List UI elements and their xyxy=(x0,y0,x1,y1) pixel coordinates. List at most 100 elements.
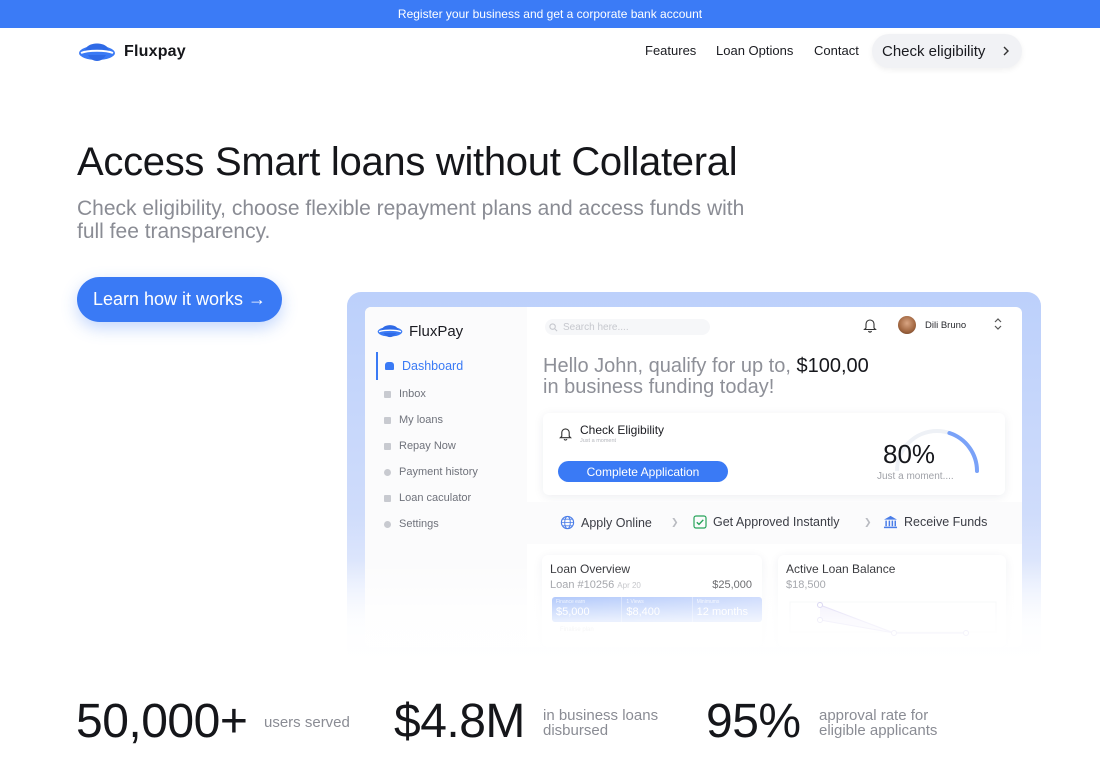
balance-point xyxy=(817,602,823,608)
chevron-right-icon: ❯ xyxy=(864,517,872,527)
loan-summary-cell: Minimums 12 months xyxy=(693,597,762,622)
banner-text[interactable]: Register your business and get a corpora… xyxy=(398,7,702,21)
dashboard-sidebar: FluxPay Dashboard Inbox My loans Repay N… xyxy=(365,307,527,647)
check-eligibility-label: Check eligibility xyxy=(882,42,986,60)
sidebar-item-repay-now[interactable]: Repay Now xyxy=(384,440,456,452)
loan-overview-card: Loan Overview Loan #10256 Apr 20 $25,000… xyxy=(542,555,762,647)
loan-cell-value: $8,400 xyxy=(626,606,660,618)
dashboard-preview: FluxPay Dashboard Inbox My loans Repay N… xyxy=(365,307,1022,647)
inbox-icon xyxy=(384,390,391,398)
globe-icon xyxy=(560,515,575,530)
document-icon xyxy=(384,442,391,450)
nav-link-loan-options[interactable]: Loan Options xyxy=(716,43,793,58)
sidebar-item-my-loans[interactable]: My loans xyxy=(384,414,443,426)
bell-icon xyxy=(559,428,572,441)
process-steps: Apply Online ❯ Get Approved Instantly ❯ … xyxy=(527,502,1022,544)
step-label: Apply Online xyxy=(581,515,652,530)
fluxpay-logo-icon xyxy=(79,43,115,61)
calculator-icon xyxy=(384,494,391,502)
greeting-headline: Hello John, qualify for up to, $100,00 i… xyxy=(543,356,943,398)
greeting-amount: $100,00 xyxy=(796,355,869,377)
loan-summary-cell: Finance earn $5,000 xyxy=(552,597,623,622)
complete-application-button[interactable]: Complete Application xyxy=(558,461,728,482)
chevron-right-icon xyxy=(1003,46,1009,56)
complete-application-label: Complete Application xyxy=(586,464,700,479)
active-indicator xyxy=(376,352,378,380)
loan-cell-label: Minimums xyxy=(696,599,720,605)
loan-cell-label: Finance earn xyxy=(556,599,586,605)
sidebar-item-label: Loan caculator xyxy=(399,492,472,504)
sidebar-item-dashboard[interactable]: Dashboard xyxy=(385,359,463,373)
sidebar-item-settings[interactable]: Settings xyxy=(384,518,439,530)
user-avatar[interactable] xyxy=(898,316,916,334)
active-loan-balance-card: Active Loan Balance $18,500 xyxy=(778,555,1006,647)
step-label: Receive Funds xyxy=(904,515,988,529)
eligibility-subtitle: Just a moment xyxy=(580,438,617,444)
home-icon xyxy=(385,362,394,370)
balance-point xyxy=(963,630,969,636)
user-name[interactable]: Dili Bruno xyxy=(925,320,966,331)
greeting-suffix: in business funding today! xyxy=(543,376,775,398)
chevron-right-icon: ❯ xyxy=(671,517,679,527)
brand-name: Fluxpay xyxy=(124,43,186,60)
loan-amount: $25,000 xyxy=(712,579,752,591)
sidebar-item-loan-calculator[interactable]: Loan caculator xyxy=(384,492,471,504)
stat-approval-value: 95% xyxy=(706,695,801,748)
nav-link-contact[interactable]: Contact xyxy=(814,43,859,58)
check-square-icon xyxy=(693,515,707,529)
loan-cell-value: 12 months xyxy=(696,606,749,618)
loan-footer-link[interactable]: Finalise plan xyxy=(560,627,594,633)
stat-loans-value: $4.8M xyxy=(394,695,525,748)
chevron-up-down-icon[interactable] xyxy=(993,317,1003,331)
nav-link-features[interactable]: Features xyxy=(645,43,696,58)
search-icon xyxy=(549,322,558,331)
eligibility-progress-fill xyxy=(947,431,979,473)
stat-users-label: users served xyxy=(264,714,350,731)
balance-sparkline xyxy=(789,601,997,636)
sidebar-item-payment-history[interactable]: Payment history xyxy=(384,466,478,478)
loan-summary-cell: 1 Views $8,400 xyxy=(622,597,693,622)
loans-icon xyxy=(384,416,391,424)
notification-bell-icon[interactable] xyxy=(863,318,877,333)
dashboard-brand-name: FluxPay xyxy=(409,322,464,340)
check-eligibility-button[interactable]: Check eligibility xyxy=(872,34,1022,68)
loan-overview-title: Loan Overview xyxy=(550,562,631,576)
hero-subtitle: Check eligibility, choose flexible repay… xyxy=(77,197,745,243)
balance-point xyxy=(891,630,897,636)
fluxpay-logo-icon xyxy=(377,325,403,338)
sidebar-item-label: Repay Now xyxy=(399,440,456,452)
step-apply-online: Apply Online xyxy=(560,515,652,530)
greeting-prefix: Hello John, qualify for up to, xyxy=(543,355,791,377)
sidebar-item-label: Payment history xyxy=(399,466,478,478)
sidebar-item-label: Settings xyxy=(399,518,439,530)
history-icon xyxy=(384,468,391,476)
stat-loans-label-line2: disbursed xyxy=(543,722,609,739)
gear-icon xyxy=(384,520,391,528)
top-nav: Fluxpay Features Loan Options Contact Ch… xyxy=(0,28,1100,74)
eligibility-card: Check Eligibility Just a moment Complete… xyxy=(543,413,1005,495)
dashboard-brand: FluxPay xyxy=(377,321,463,341)
learn-how-it-works-label: Learn how it works → xyxy=(92,289,267,309)
stat-users-value: 50,000+ xyxy=(76,695,248,748)
dashboard-search[interactable]: Search here.... xyxy=(545,319,710,335)
step-receive-funds: Receive Funds xyxy=(883,515,987,529)
loan-number: Loan #10256 xyxy=(550,579,615,591)
eligibility-title: Check Eligibility xyxy=(580,423,665,437)
eligibility-status: Just a moment.... xyxy=(877,471,954,482)
step-get-approved: Get Approved Instantly xyxy=(693,515,839,529)
brand-logo[interactable]: Fluxpay xyxy=(78,38,186,66)
step-label: Get Approved Instantly xyxy=(713,515,840,529)
loan-id: Loan #10256 Apr 20 xyxy=(550,579,641,591)
sidebar-item-label: Dashboard xyxy=(402,359,464,373)
hero-title: Access Smart loans without Collateral xyxy=(77,140,738,184)
loan-cell-label: 1 Views xyxy=(626,599,644,605)
learn-how-it-works-button[interactable]: Learn how it works → xyxy=(77,277,282,322)
sidebar-item-inbox[interactable]: Inbox xyxy=(384,388,426,400)
active-balance-title: Active Loan Balance xyxy=(786,562,896,576)
sidebar-item-label: My loans xyxy=(399,414,444,426)
search-placeholder: Search here.... xyxy=(563,321,629,333)
loan-cell-value: $5,000 xyxy=(556,606,590,618)
sidebar-item-label: Inbox xyxy=(399,388,426,400)
announcement-banner[interactable]: Register your business and get a corpora… xyxy=(0,0,1100,28)
active-balance-value: $18,500 xyxy=(786,579,826,591)
